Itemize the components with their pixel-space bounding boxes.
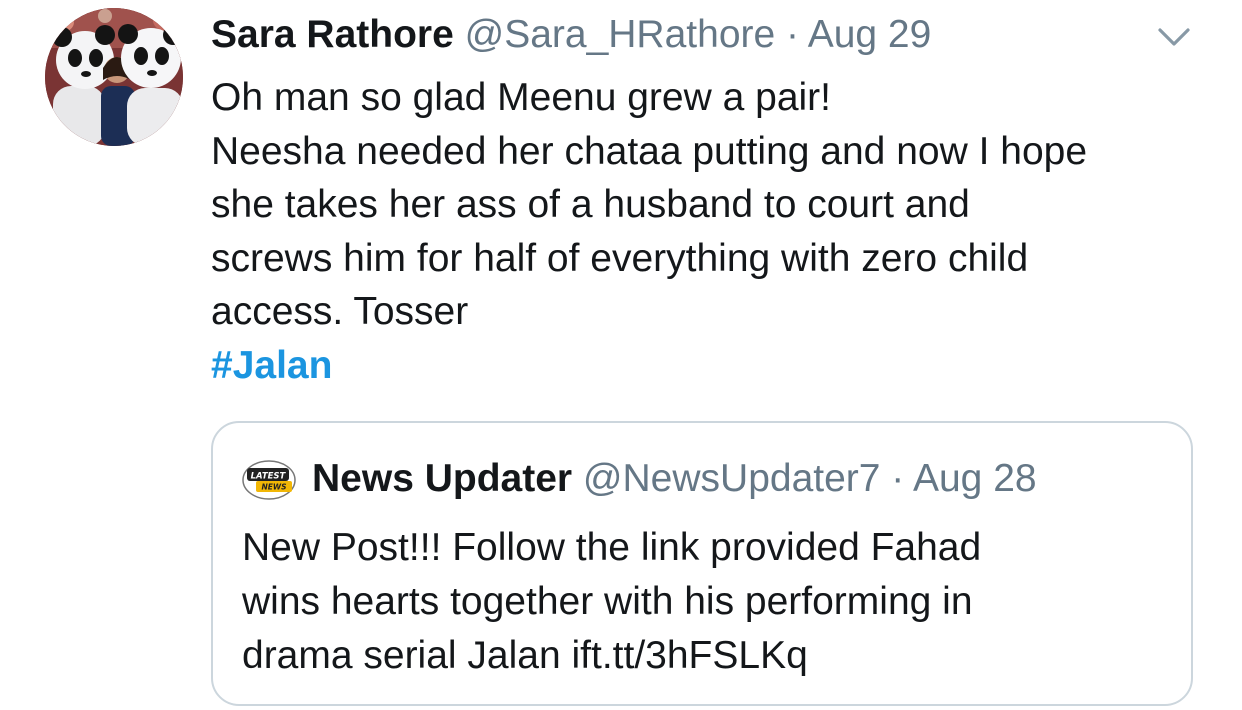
- chevron-down-icon[interactable]: [1154, 22, 1194, 50]
- header-separator: ·: [775, 13, 808, 56]
- tweet-text: Oh man so glad Meenu grew a pair! Neesha…: [211, 71, 1221, 392]
- tweet-text-line: she takes her ass of a husband to court …: [211, 183, 970, 226]
- svg-text:LATEST: LATEST: [251, 472, 287, 482]
- hashtag-link[interactable]: #Jalan: [211, 339, 1221, 393]
- quoted-tweet-card[interactable]: LATEST NEWS News Updater @NewsUpdater7 ·…: [211, 421, 1193, 706]
- quoted-text-line: New Post!!! Follow the link provided Fah…: [242, 526, 982, 569]
- quoted-author-name[interactable]: News Updater: [312, 457, 572, 500]
- quoted-header-separator: ·: [880, 457, 913, 500]
- tweet-text-line: Neesha needed her chataa putting and now…: [211, 129, 1088, 173]
- tweet-text-line: screws him for half of everything with z…: [211, 236, 1029, 280]
- tweet-date[interactable]: Aug 29: [808, 13, 932, 56]
- quoted-author-handle[interactable]: @NewsUpdater7: [583, 457, 881, 500]
- quoted-tweet-date[interactable]: Aug 28: [913, 457, 1037, 500]
- author-handle[interactable]: @Sara_HRathore: [465, 13, 776, 56]
- tweet-header: Sara Rathore @Sara_HRathore · Aug 29: [211, 12, 931, 58]
- quoted-tweet-text: New Post!!! Follow the link provided Fah…: [242, 521, 1172, 683]
- author-name[interactable]: Sara Rathore: [211, 13, 454, 56]
- tweet-text-line: access. Tosser: [211, 290, 469, 333]
- latest-news-logo-icon[interactable]: LATEST NEWS: [242, 460, 296, 500]
- tweet-text-line: Oh man so glad Meenu grew a pair!: [211, 76, 832, 119]
- author-avatar[interactable]: [45, 8, 183, 146]
- svg-text:NEWS: NEWS: [261, 483, 286, 492]
- quoted-tweet-header: News Updater @NewsUpdater7 · Aug 28: [312, 456, 1037, 502]
- quoted-text-line: drama serial Jalan ift.tt/3hFSLKq: [242, 634, 808, 677]
- quoted-text-line: wins hearts together with his performing…: [242, 580, 973, 623]
